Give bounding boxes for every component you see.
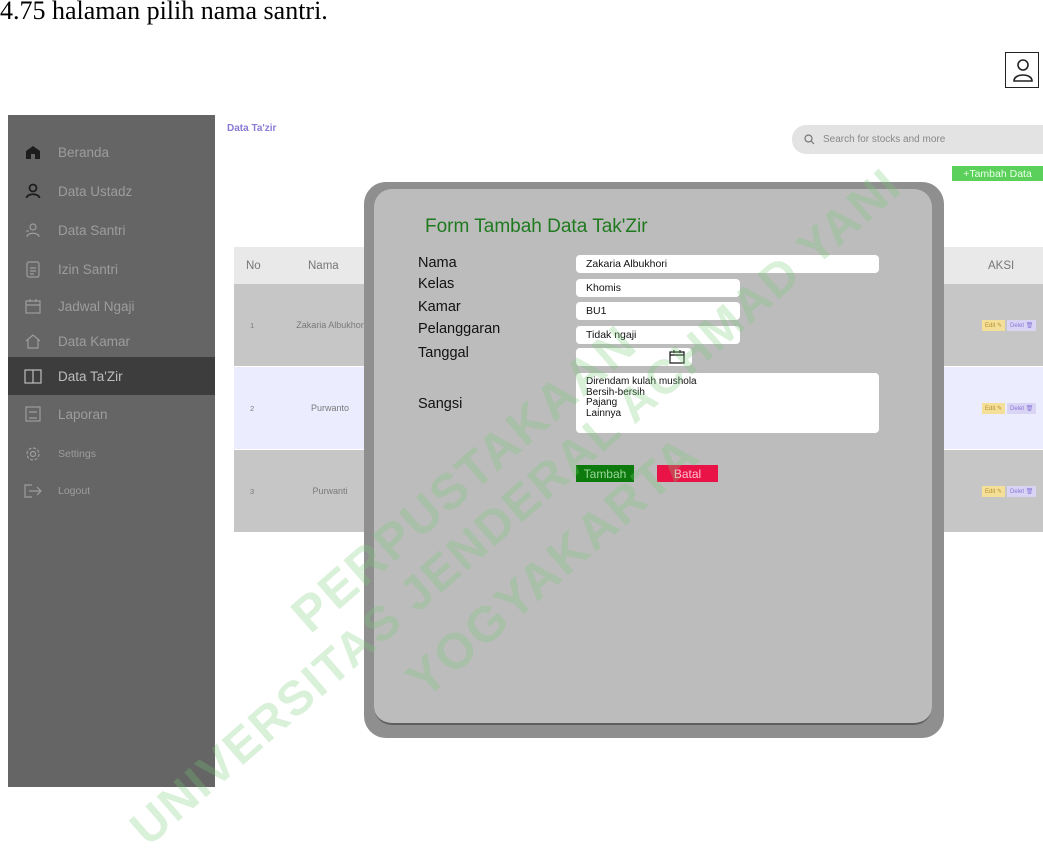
pelanggaran-field[interactable]: Tidak ngaji — [576, 326, 740, 344]
edit-button[interactable]: Edit ✎ — [982, 402, 1006, 414]
sidebar-item-label: Data Santri — [58, 222, 126, 238]
label-kamar: Kamar — [418, 299, 461, 315]
delete-label: Delet — [1010, 405, 1025, 412]
sangsi-option[interactable]: Direndam kulah mushola — [586, 376, 869, 388]
header-no: No — [246, 260, 261, 272]
kamar-field[interactable]: BU1 — [576, 302, 740, 320]
tambah-button[interactable]: Tambah — [576, 465, 634, 482]
sidebar-item-beranda[interactable]: Beranda — [8, 133, 215, 171]
gear-icon — [24, 445, 42, 463]
kelas-field[interactable]: Khomis — [576, 279, 740, 297]
sidebar-item-label: Settings — [58, 448, 96, 460]
book-icon — [24, 367, 42, 385]
search-input[interactable]: Search for stocks and more — [792, 125, 1043, 154]
label-nama: Nama — [418, 255, 457, 271]
nama-field[interactable]: Zakaria Albukhori — [576, 255, 879, 273]
row-name: Zakaria Albukhor — [296, 320, 364, 330]
figure-caption: 4.75 halaman pilih nama santri. — [0, 0, 328, 25]
label-tanggal: Tanggal — [418, 345, 469, 361]
row-actions: Edit ✎ Delet 🗑 — [982, 367, 1037, 449]
label-pelanggaran: Pelanggaran — [418, 321, 501, 337]
batal-button[interactable]: Batal — [657, 465, 718, 482]
kamar-value: BU1 — [586, 305, 607, 317]
sidebar-item-settings[interactable]: Settings — [8, 435, 215, 473]
sangsi-option[interactable]: Lainnya — [586, 408, 869, 420]
sidebar-item-izin-santri[interactable]: Izin Santri — [8, 250, 215, 288]
report-icon — [24, 405, 42, 423]
sidebar-item-data-tazir[interactable]: Data Ta'Zir — [8, 357, 215, 395]
sangsi-select-list[interactable]: Direndam kulah mushola Bersih-bersih Paj… — [576, 373, 879, 433]
sidebar-item-label: Data Kamar — [58, 333, 131, 349]
row-number: 3 — [250, 486, 255, 496]
logout-icon — [24, 482, 42, 500]
pelanggaran-value: Tidak ngaji — [586, 329, 637, 341]
edit-label: Edit — [985, 322, 996, 329]
document-icon — [24, 260, 42, 278]
row-number: 2 — [250, 403, 255, 413]
sidebar-item-label: Jadwal Ngaji — [58, 298, 135, 314]
edit-button[interactable]: Edit ✎ — [982, 485, 1006, 497]
header-aksi: AKSI — [988, 260, 1015, 272]
row-actions: Edit ✎ Delet 🗑 — [982, 450, 1037, 532]
edit-label: Edit — [985, 488, 996, 495]
sidebar-item-data-kamar[interactable]: Data Kamar — [8, 322, 215, 360]
sidebar-item-label: Data Ta'Zir — [58, 368, 123, 384]
delete-button[interactable]: Delet 🗑 — [1007, 319, 1037, 331]
search-placeholder: Search for stocks and more — [823, 134, 946, 145]
delete-button[interactable]: Delet 🗑 — [1007, 402, 1037, 414]
row-actions: Edit ✎ Delet 🗑 — [982, 284, 1037, 366]
user-icon — [1013, 59, 1033, 82]
calendar-icon[interactable] — [669, 349, 685, 364]
add-data-button[interactable]: +Tambah Data — [952, 166, 1043, 181]
user-icon — [24, 182, 42, 200]
label-kelas: Kelas — [418, 276, 455, 292]
sidebar-item-label: Logout — [58, 485, 91, 497]
sidebar-item-label: Laporan — [58, 406, 108, 422]
search-icon — [804, 134, 815, 145]
row-number: 1 — [250, 320, 255, 330]
sidebar-item-label: Data Ustadz — [58, 183, 133, 199]
row-name: Purwanto — [310, 403, 350, 413]
page-title: Data Ta'zir — [227, 123, 277, 134]
sidebar-item-data-ustadz[interactable]: Data Ustadz — [8, 172, 215, 210]
delete-label: Delet — [1010, 322, 1025, 329]
delete-label: Delet — [1010, 488, 1025, 495]
sidebar: Beranda Data Ustadz Data Santri Izin San… — [8, 115, 215, 787]
header-nama: Nama — [308, 260, 339, 272]
sidebar-item-logout[interactable]: Logout — [8, 472, 215, 510]
delete-button[interactable]: Delet 🗑 — [1007, 485, 1037, 497]
sidebar-item-label: Izin Santri — [58, 261, 119, 277]
kelas-value: Khomis — [586, 282, 622, 294]
nama-value: Zakaria Albukhori — [586, 258, 668, 270]
calendar-icon — [24, 297, 42, 315]
sangsi-option[interactable]: Pajang — [586, 397, 869, 409]
sidebar-item-data-santri[interactable]: Data Santri — [8, 211, 215, 249]
edit-label: Edit — [985, 405, 996, 412]
sidebar-item-jadwal-ngaji[interactable]: Jadwal Ngaji — [8, 287, 215, 325]
users-icon — [24, 221, 42, 239]
edit-button[interactable]: Edit ✎ — [982, 319, 1006, 331]
home-icon — [24, 143, 42, 161]
label-sangsi: Sangsi — [418, 396, 463, 412]
row-name: Purwanti — [312, 486, 348, 496]
sangsi-option[interactable]: Bersih-bersih — [586, 387, 869, 399]
house-icon — [24, 332, 42, 350]
user-profile-button[interactable] — [1005, 52, 1039, 88]
sidebar-item-label: Beranda — [58, 144, 110, 160]
modal-title: Form Tambah Data Tak'Zir — [425, 216, 648, 237]
tanggal-field[interactable] — [576, 348, 692, 366]
sidebar-item-laporan[interactable]: Laporan — [8, 395, 215, 433]
